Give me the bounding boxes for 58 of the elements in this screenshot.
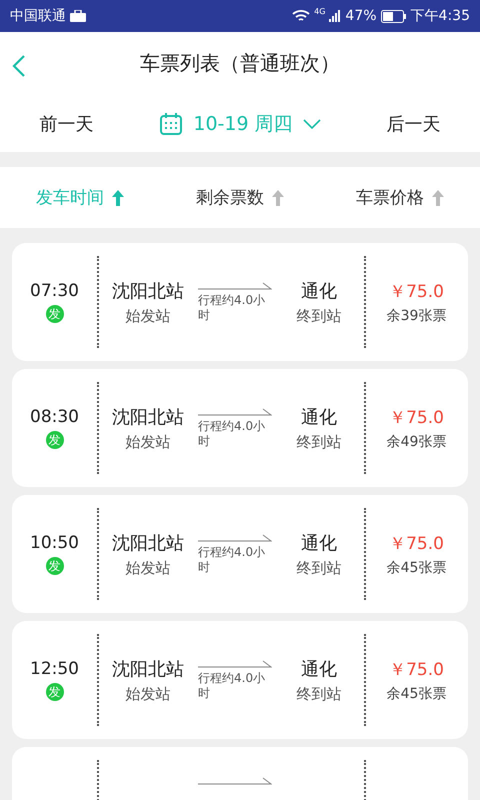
arrow-up-icon [272, 190, 284, 206]
ticket-price: ￥75.0 [389, 658, 444, 680]
departure-time: 08:30 [30, 407, 79, 427]
sort-option[interactable]: 剩余票数 [160, 185, 320, 210]
destination-note: 终到站 [296, 306, 342, 326]
remaining-tickets: 余39张票 [386, 306, 446, 324]
departure-badge: 发 [46, 305, 64, 323]
origin-note: 始发站 [126, 684, 170, 704]
remaining-tickets: 余45张票 [386, 558, 446, 576]
departure-time: 12:50 [30, 659, 79, 679]
battery-percent: 47% [345, 8, 377, 24]
remaining-tickets: 余45张票 [386, 684, 446, 702]
signal-icon [329, 10, 342, 22]
destination-note: 终到站 [296, 432, 342, 452]
trip-card[interactable]: 12:50 发 沈阳北站 始发站 行程约4.0小时 通化 终到站 ￥75.0 余45张票 [12, 621, 468, 739]
ticket-price: ￥75.0 [389, 280, 444, 302]
arrow-up-icon [112, 190, 124, 206]
trip-duration: 行程约4.0小时 [198, 418, 266, 448]
next-day-button[interactable]: 后一天 [346, 110, 480, 136]
previous-day-button[interactable]: 前一天 [0, 110, 134, 136]
arrow-up-icon [432, 190, 444, 206]
destination-station: 通化 [301, 406, 337, 428]
trip-card[interactable]: 10:50 发 沈阳北站 始发站 行程约4.0小时 通化 终到站 ￥75.0 余45张票 [12, 495, 468, 613]
page-title: 车票列表（普通班次） [140, 50, 340, 77]
wifi-icon [292, 9, 310, 23]
network-type: 4G [314, 7, 326, 16]
destination-station: 通化 [301, 280, 337, 302]
destination-note: 终到站 [296, 558, 342, 578]
sort-option[interactable]: 车票价格 [320, 185, 480, 210]
chevron-down-icon [302, 118, 321, 128]
trip-card[interactable]: 08:30 发 沈阳北站 始发站 行程约4.0小时 通化 终到站 ￥75.0 余49张票 [12, 369, 468, 487]
briefcase-icon [70, 10, 86, 22]
departure-time: 07:30 [30, 281, 79, 301]
departure-badge: 发 [46, 431, 64, 449]
clock-time: 下午4:35 [410, 7, 470, 25]
destination-station: 通化 [301, 658, 337, 680]
origin-note: 始发站 [126, 558, 170, 578]
remaining-tickets: 余49张票 [386, 432, 446, 450]
carrier-name: 中国联通 [10, 7, 66, 25]
destination-station: 通化 [301, 532, 337, 554]
trip-duration: 行程约4.0小时 [198, 292, 266, 322]
origin-station: 沈阳北站 [112, 532, 184, 554]
departure-badge: 发 [46, 557, 64, 575]
trip-duration: 行程约4.0小时 [198, 544, 266, 574]
ticket-price: ￥75.0 [389, 532, 444, 554]
ticket-price: ￥75.0 [389, 406, 444, 428]
origin-note: 始发站 [126, 432, 170, 452]
calendar-icon [159, 112, 184, 136]
origin-station: 沈阳北站 [112, 280, 184, 302]
trip-duration: 行程约4.0小时 [198, 670, 266, 700]
departure-time: 10:50 [30, 533, 79, 553]
origin-note: 始发站 [126, 306, 170, 326]
destination-note: 终到站 [296, 684, 342, 704]
origin-station: 沈阳北站 [112, 658, 184, 680]
origin-station: 沈阳北站 [112, 406, 184, 428]
trip-card[interactable]: 07:30 发 沈阳北站 始发站 行程约4.0小时 通化 终到站 ￥75.0 余39张票 [12, 243, 468, 361]
battery-icon [380, 10, 407, 22]
departure-badge: 发 [46, 683, 64, 701]
